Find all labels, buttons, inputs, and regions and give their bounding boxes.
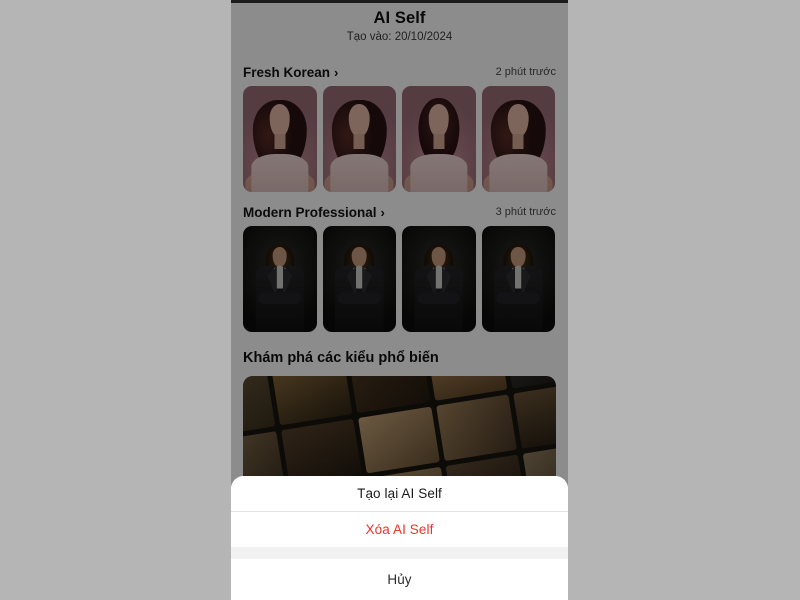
photo-thumbnail[interactable] [322, 226, 396, 332]
photo-arms [258, 291, 302, 305]
chevron-right-icon: › [334, 64, 339, 80]
section-title-group[interactable]: Fresh Korean › [243, 65, 338, 80]
chevron-right-icon: › [380, 204, 385, 220]
section-timestamp: 3 phút trước [495, 206, 556, 218]
thumbnail-row [243, 226, 556, 332]
photo-face [431, 247, 447, 268]
photo-face [510, 247, 526, 268]
section-header[interactable]: Fresh Korean › 2 phút trước [243, 58, 556, 86]
photo-face [428, 104, 450, 137]
photo-arms [496, 291, 540, 305]
photo-thumbnail[interactable] [481, 226, 555, 332]
section-title-group[interactable]: Modern Professional › [243, 205, 385, 220]
collage-tile [271, 376, 353, 425]
photo-thumbnail[interactable] [243, 226, 317, 332]
collage-tile [514, 381, 556, 449]
photo-dress [251, 153, 309, 192]
photo-dress [410, 153, 468, 192]
photo-neck [353, 133, 365, 149]
photo-thumbnail[interactable] [402, 226, 476, 332]
photo-face [351, 247, 367, 268]
action-sheet-cancel-button[interactable]: Hủy [231, 559, 568, 599]
screenshot-canvas: AI Self Tạo vào: 20/10/2024 Fresh Korean… [0, 0, 800, 600]
photo-dress [489, 153, 547, 192]
section-title: Modern Professional [243, 204, 377, 220]
photo-face [507, 104, 529, 137]
photo-neck [512, 133, 524, 149]
photo-face [272, 247, 288, 268]
explore-heading: Khám phá các kiểu phổ biến [243, 350, 439, 366]
photo-thumbnail[interactable] [481, 86, 555, 192]
page-title: AI Self [373, 9, 426, 27]
photo-face [348, 104, 370, 137]
action-sheet: Tạo lại AI Self Xóa AI Self Hủy [231, 476, 568, 600]
collage-tile [349, 376, 431, 413]
action-sheet-group: Tạo lại AI Self Xóa AI Self [231, 476, 568, 547]
section-timestamp: 2 phút trước [495, 66, 556, 78]
action-sheet-item-regenerate[interactable]: Tạo lại AI Self [231, 476, 568, 511]
app-header: AI Self Tạo vào: 20/10/2024 [231, 3, 568, 52]
collage-tile [504, 376, 556, 388]
photo-arms [337, 291, 381, 305]
photo-arms [417, 291, 461, 305]
photo-neck [274, 133, 286, 149]
photo-dress [330, 153, 388, 192]
collage-tile [243, 376, 276, 438]
photo-thumbnail[interactable] [402, 86, 476, 192]
photo-face [269, 104, 291, 137]
collage-tile [436, 393, 518, 462]
action-sheet-separator [231, 547, 568, 559]
style-section-fresh-korean: Fresh Korean › 2 phút trước [231, 58, 568, 192]
created-date-label: Tạo vào: 20/10/2024 [346, 31, 453, 43]
collage-tile [358, 405, 441, 474]
photo-thumbnail[interactable] [322, 86, 396, 192]
thumbnail-row [243, 86, 556, 192]
photo-neck [433, 133, 445, 149]
action-sheet-item-delete[interactable]: Xóa AI Self [231, 512, 568, 547]
section-header[interactable]: Modern Professional › 3 phút trước [243, 198, 556, 226]
photo-thumbnail[interactable] [243, 86, 317, 192]
style-section-modern-professional: Modern Professional › 3 phút trước [231, 198, 568, 332]
section-title: Fresh Korean [243, 64, 331, 80]
status-bar [231, 0, 568, 3]
